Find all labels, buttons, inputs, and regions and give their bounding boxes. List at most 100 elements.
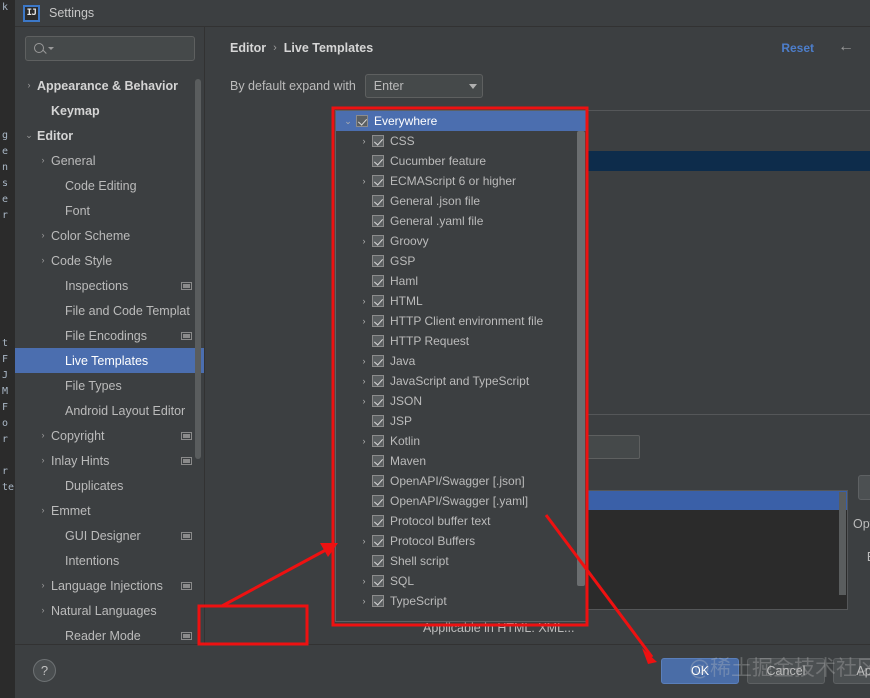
- apply-button[interactable]: Apply: [833, 658, 870, 684]
- context-checkbox[interactable]: [372, 415, 384, 427]
- chevron-right-icon[interactable]: ›: [356, 536, 372, 546]
- context-row[interactable]: › SQL: [336, 571, 587, 591]
- reset-link[interactable]: Reset: [781, 41, 814, 55]
- context-checkbox[interactable]: [372, 475, 384, 487]
- back-arrow-icon[interactable]: ←: [838, 39, 854, 55]
- context-row[interactable]: ›HTTP Request: [336, 331, 587, 351]
- sidebar-item-code-style[interactable]: › Code Style: [15, 248, 204, 273]
- context-row[interactable]: › HTML: [336, 291, 587, 311]
- context-row[interactable]: ›OpenAPI/Swagger [.json]: [336, 471, 587, 491]
- search-input-field[interactable]: [54, 40, 215, 57]
- context-checkbox[interactable]: [372, 455, 384, 467]
- context-checkbox[interactable]: [372, 255, 384, 267]
- context-checkbox[interactable]: [372, 535, 384, 547]
- sidebar-item-file-and-code-templat[interactable]: ›File and Code Templat: [15, 298, 204, 323]
- sidebar-item-general[interactable]: › General: [15, 148, 204, 173]
- sidebar-item-duplicates[interactable]: ›Duplicates: [15, 473, 204, 498]
- context-row[interactable]: ›JSP: [336, 411, 587, 431]
- context-checkbox[interactable]: [372, 275, 384, 287]
- help-button[interactable]: ?: [33, 659, 56, 682]
- context-row[interactable]: › JavaScript and TypeScript: [336, 371, 587, 391]
- sidebar-item-file-types[interactable]: ›File Types: [15, 373, 204, 398]
- default-expand-select[interactable]: Enter: [364, 74, 483, 98]
- sidebar-item-language-injections[interactable]: › Language Injections: [15, 573, 204, 598]
- context-row[interactable]: ›Cucumber feature: [336, 151, 587, 171]
- context-checkbox[interactable]: [372, 155, 384, 167]
- ok-button[interactable]: OK: [661, 658, 739, 684]
- context-row[interactable]: › TypeScript: [336, 591, 587, 611]
- chevron-right-icon[interactable]: ›: [356, 136, 372, 146]
- context-row[interactable]: › Protocol Buffers: [336, 531, 587, 551]
- context-checkbox[interactable]: [372, 335, 384, 347]
- context-checkbox[interactable]: [372, 435, 384, 447]
- chevron-right-icon[interactable]: ›: [356, 176, 372, 186]
- context-checkbox[interactable]: [372, 375, 384, 387]
- sidebar-item-appearance-behavior[interactable]: › Appearance & Behavior: [15, 73, 204, 98]
- chevron-right-icon[interactable]: ›: [356, 236, 372, 246]
- chevron-right-icon[interactable]: ›: [356, 596, 372, 606]
- sidebar-item-android-layout-editor[interactable]: ›Android Layout Editor: [15, 398, 204, 423]
- sidebar-item-emmet[interactable]: › Emmet: [15, 498, 204, 523]
- context-checkbox[interactable]: [372, 595, 384, 607]
- sidebar-item-natural-languages[interactable]: › Natural Languages: [15, 598, 204, 623]
- edit-variables-button[interactable]: Edit variables: [858, 475, 870, 500]
- sidebar-item-font[interactable]: ›Font: [15, 198, 204, 223]
- sidebar-item-live-templates[interactable]: ›Live Templates: [15, 348, 204, 373]
- chevron-down-icon[interactable]: ⌄: [340, 116, 356, 126]
- sidebar-item-file-encodings[interactable]: ›File Encodings: [15, 323, 204, 348]
- popup-scrollbar[interactable]: [577, 131, 585, 586]
- sidebar-item-keymap[interactable]: ›Keymap: [15, 98, 204, 123]
- sidebar-item-gui-designer[interactable]: ›GUI Designer: [15, 523, 204, 548]
- sidebar-item-color-scheme[interactable]: › Color Scheme: [15, 223, 204, 248]
- chevron-right-icon[interactable]: ›: [356, 296, 372, 306]
- context-checkbox[interactable]: [372, 355, 384, 367]
- context-row[interactable]: › HTTP Client environment file: [336, 311, 587, 331]
- chevron-right-icon[interactable]: ›: [35, 606, 51, 615]
- context-row[interactable]: › CSS: [336, 131, 587, 151]
- sidebar-item-editor[interactable]: ⌄ Editor: [15, 123, 204, 148]
- chevron-right-icon[interactable]: ›: [356, 356, 372, 366]
- chevron-right-icon[interactable]: ›: [356, 576, 372, 586]
- chevron-right-icon[interactable]: ›: [35, 231, 51, 240]
- context-checkbox[interactable]: [372, 315, 384, 327]
- sidebar-item-code-editing[interactable]: ›Code Editing: [15, 173, 204, 198]
- sidebar-item-copyright[interactable]: › Copyright: [15, 423, 204, 448]
- context-row[interactable]: › Groovy: [336, 231, 587, 251]
- search-input[interactable]: [25, 36, 215, 61]
- context-checkbox[interactable]: [372, 575, 384, 587]
- applicable-contexts-popup[interactable]: ⌄Everywhere›CSS›Cucumber feature›ECMAScr…: [335, 110, 588, 622]
- chevron-right-icon[interactable]: ›: [35, 431, 51, 440]
- context-row[interactable]: › Kotlin: [336, 431, 587, 451]
- sidebar-item-inlay-hints[interactable]: › Inlay Hints: [15, 448, 204, 473]
- context-checkbox[interactable]: [372, 515, 384, 527]
- chevron-down-icon[interactable]: ⌄: [21, 131, 37, 140]
- context-checkbox[interactable]: [372, 555, 384, 567]
- context-row[interactable]: ›General .json file: [336, 191, 587, 211]
- context-checkbox[interactable]: [356, 115, 368, 127]
- context-row[interactable]: ›Maven: [336, 451, 587, 471]
- context-row[interactable]: ›Shell script: [336, 551, 587, 571]
- context-checkbox[interactable]: [372, 135, 384, 147]
- context-checkbox[interactable]: [372, 235, 384, 247]
- context-row[interactable]: ›Protocol buffer text: [336, 511, 587, 531]
- breadcrumb-parent[interactable]: Editor: [230, 41, 266, 55]
- context-checkbox[interactable]: [372, 195, 384, 207]
- sidebar-item-intentions[interactable]: ›Intentions: [15, 548, 204, 573]
- sidebar-scrollbar[interactable]: [195, 79, 201, 459]
- sidebar-item-inspections[interactable]: ›Inspections: [15, 273, 204, 298]
- context-row[interactable]: ›GSP: [336, 251, 587, 271]
- context-row[interactable]: ›General .yaml file: [336, 211, 587, 231]
- settings-category-tree[interactable]: ›Appearance & Behavior›Keymap⌄Editor›Gen…: [15, 73, 204, 644]
- chevron-right-icon[interactable]: ›: [356, 436, 372, 446]
- context-checkbox[interactable]: [372, 495, 384, 507]
- context-row[interactable]: › ECMAScript 6 or higher: [336, 171, 587, 191]
- chevron-right-icon[interactable]: ›: [35, 256, 51, 265]
- chevron-right-icon[interactable]: ›: [356, 376, 372, 386]
- context-checkbox[interactable]: [372, 175, 384, 187]
- chevron-right-icon[interactable]: ›: [35, 456, 51, 465]
- context-checkbox[interactable]: [372, 395, 384, 407]
- context-row[interactable]: › JSON: [336, 391, 587, 411]
- template-editor-scrollbar[interactable]: [839, 492, 846, 595]
- context-row[interactable]: ›OpenAPI/Swagger [.yaml]: [336, 491, 587, 511]
- chevron-right-icon[interactable]: ›: [35, 156, 51, 165]
